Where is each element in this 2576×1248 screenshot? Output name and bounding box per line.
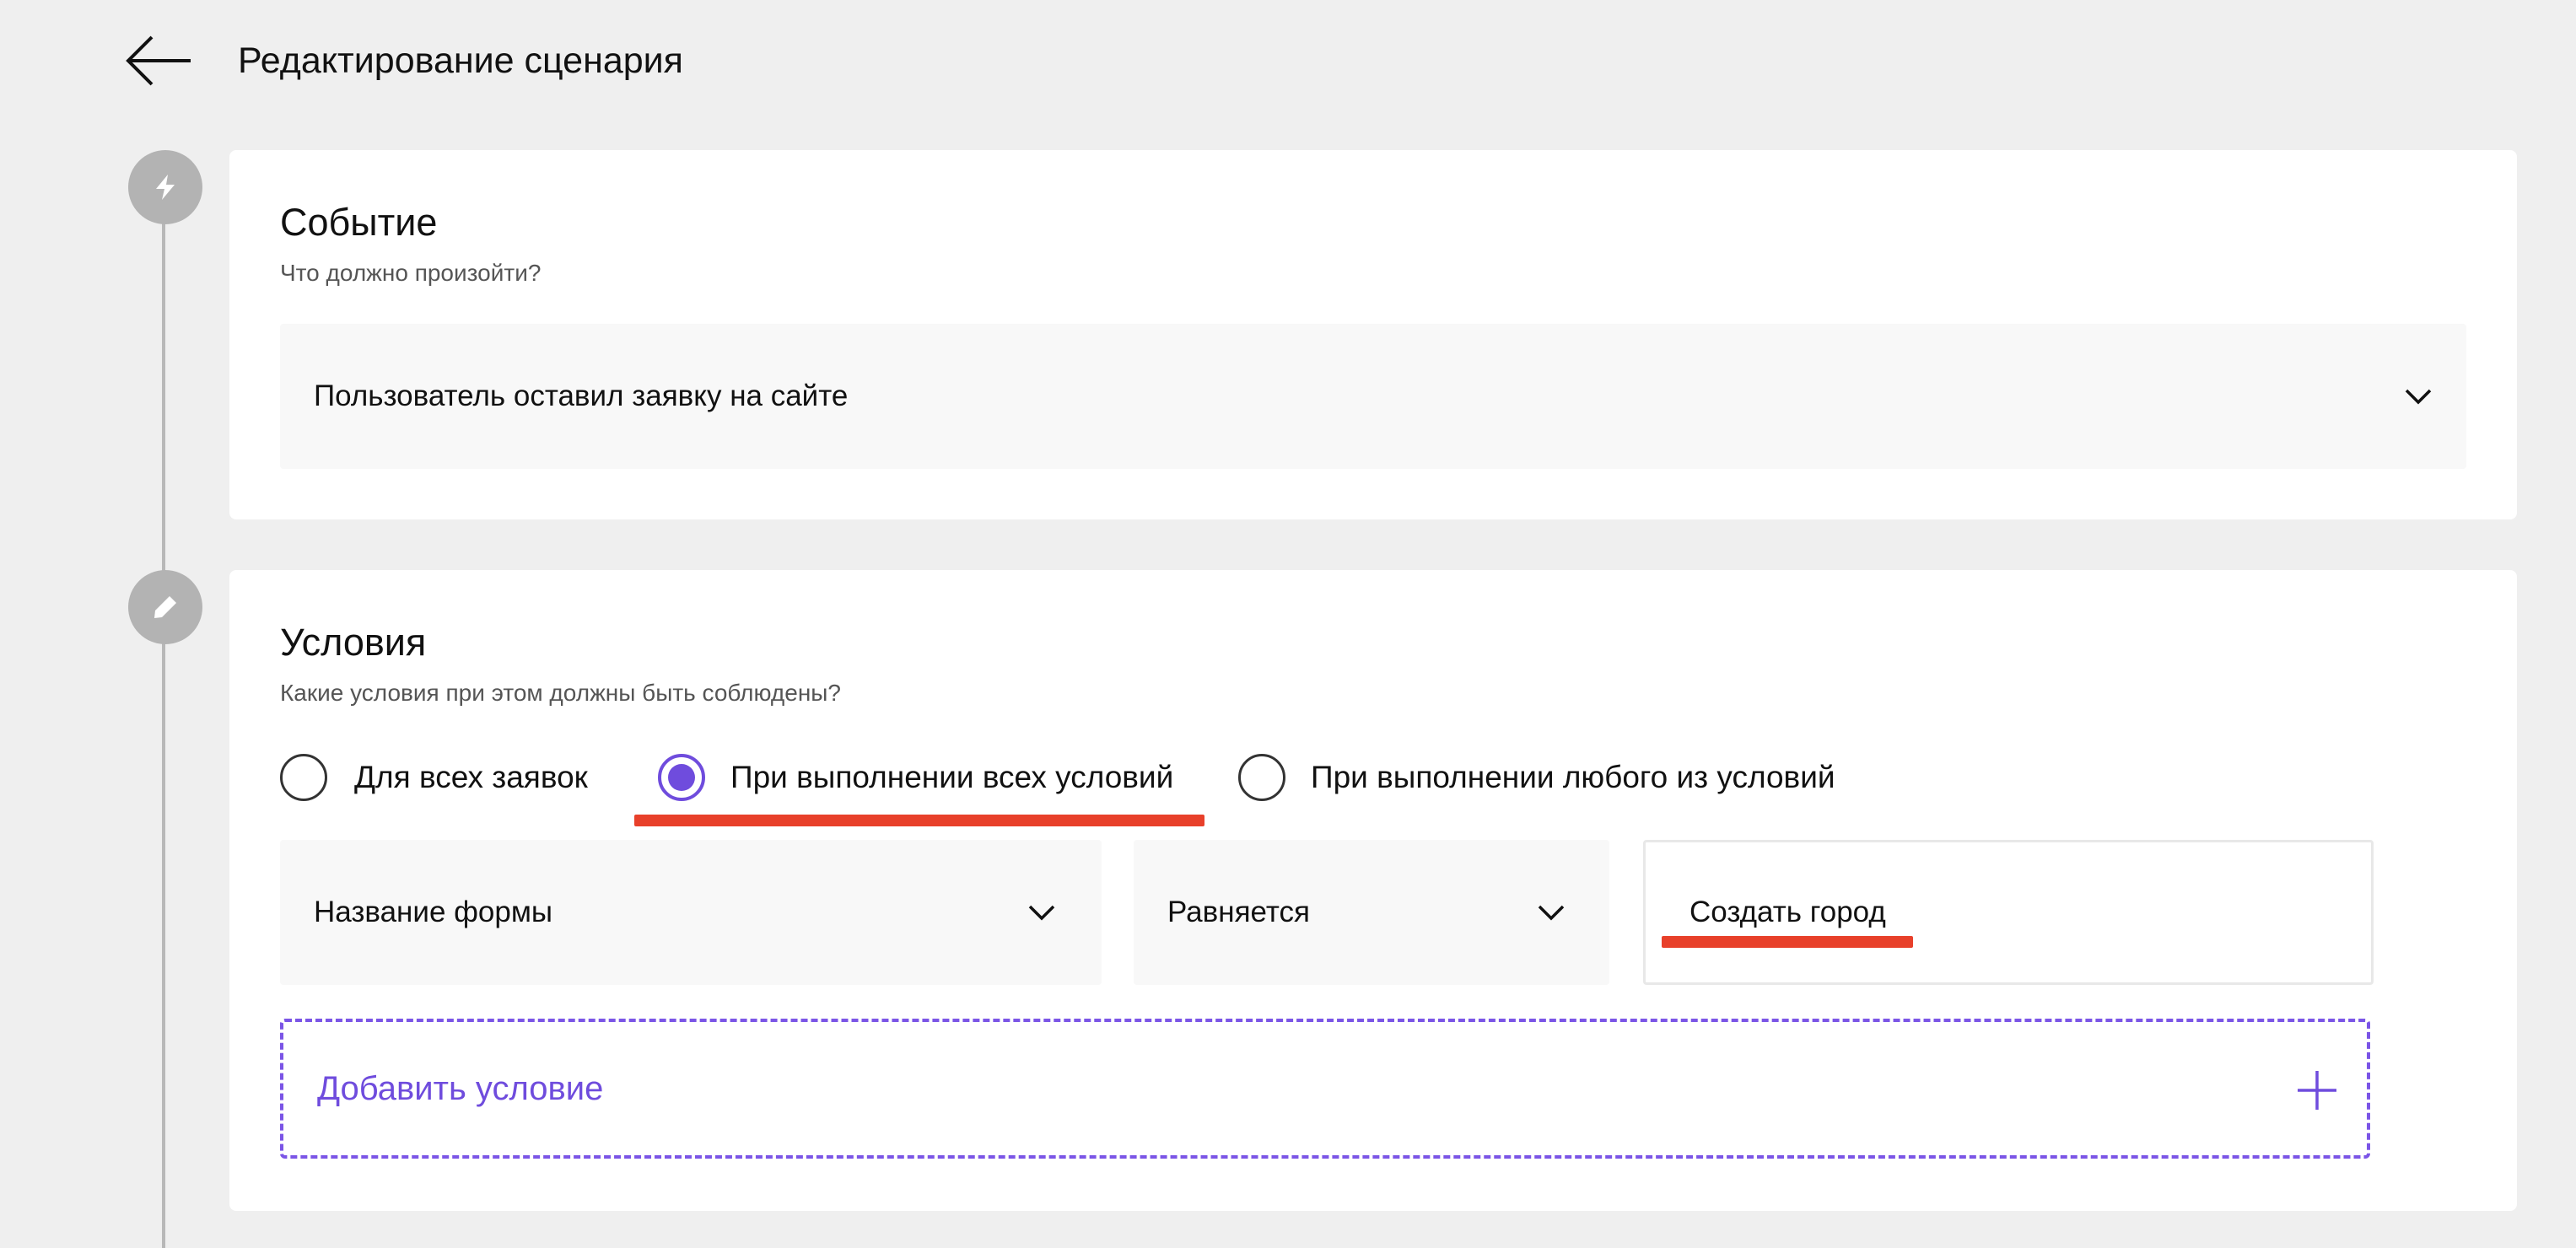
event-title: Событие xyxy=(280,201,438,244)
radio-circle xyxy=(280,754,327,801)
condition-operator-value: Равняется xyxy=(1167,896,1310,928)
condition-field-select[interactable]: Название формы xyxy=(280,840,1102,985)
step-event-marker xyxy=(128,150,202,224)
add-condition-button[interactable]: Добавить условие xyxy=(280,1019,2370,1159)
event-trigger-select[interactable]: Пользователь оставил заявку на сайте xyxy=(280,324,2466,469)
radio-circle-checked xyxy=(658,754,705,801)
arrow-left-icon xyxy=(126,35,191,86)
lightning-icon xyxy=(156,175,175,200)
highlight-underline xyxy=(1662,936,1913,948)
add-condition-label: Добавить условие xyxy=(317,1070,604,1107)
event-trigger-value: Пользователь оставил заявку на сайте xyxy=(314,379,849,412)
condition-value-input[interactable] xyxy=(1689,894,2280,931)
radio-label: При выполнении всех условий xyxy=(730,760,1174,794)
condition-operator-select[interactable]: Равняется xyxy=(1134,840,1609,985)
conditions-subtitle: Какие условия при этом должны быть соблю… xyxy=(280,680,841,706)
pencil-icon xyxy=(154,596,176,618)
step-conditions-marker xyxy=(128,570,202,644)
radio-any-condition[interactable]: При выполнении любого из условий xyxy=(1238,754,1835,801)
highlight-underline xyxy=(634,815,1204,826)
back-button[interactable] xyxy=(125,34,194,88)
condition-value-field[interactable] xyxy=(1643,840,2374,985)
plus-icon xyxy=(2298,1071,2336,1110)
event-subtitle: Что должно произойти? xyxy=(280,260,542,286)
radio-label: Для всех заявок xyxy=(354,760,588,794)
radio-circle xyxy=(1238,754,1285,801)
radio-all-conditions[interactable]: При выполнении всех условий xyxy=(658,754,1173,801)
page-title: Редактирование сценария xyxy=(238,40,683,81)
chevron-down-icon xyxy=(1538,905,1565,921)
radio-label: При выполнении любого из условий xyxy=(1311,760,1835,794)
condition-field-value: Название формы xyxy=(314,896,553,928)
timeline-line xyxy=(162,187,165,1248)
radio-all-requests[interactable]: Для всех заявок xyxy=(280,754,588,801)
conditions-title: Условия xyxy=(280,621,427,664)
chevron-down-icon xyxy=(2405,389,2432,405)
chevron-down-icon xyxy=(1028,905,1055,921)
